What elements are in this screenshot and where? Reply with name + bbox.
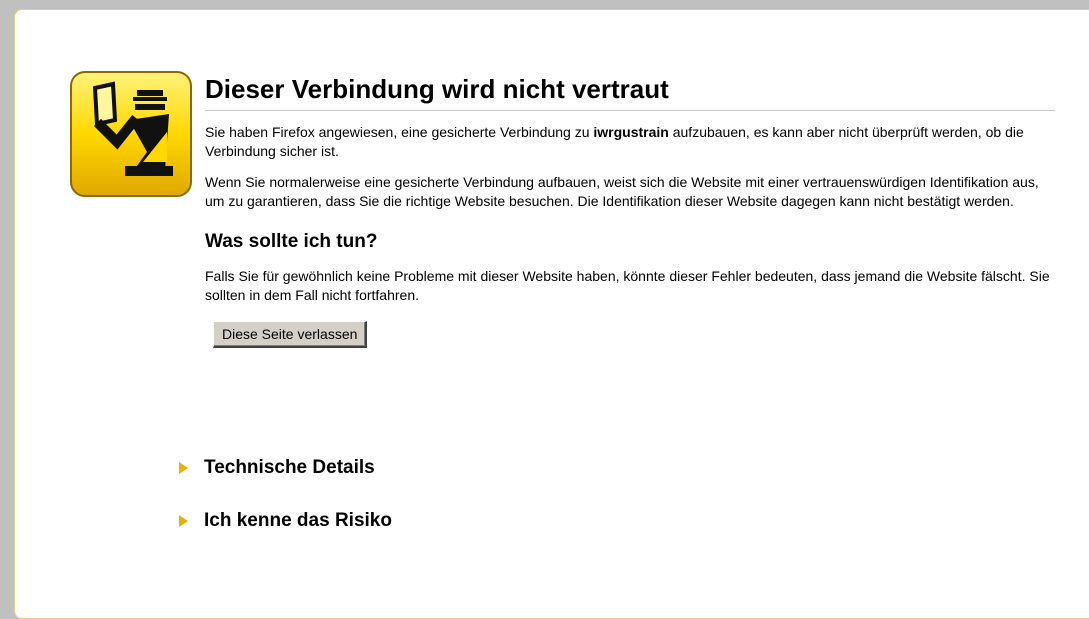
risk-label: Ich kenne das Risiko [204, 510, 392, 531]
expand-arrow-icon [179, 515, 188, 527]
explanation-paragraph: Wenn Sie normalerweise eine gesicherte V… [205, 174, 1039, 209]
risk-expander[interactable]: Ich kenne das Risiko [179, 510, 392, 532]
leave-page-button[interactable]: Diese Seite verlassen [213, 321, 368, 348]
technical-details-expander[interactable]: Technische Details [179, 457, 375, 479]
expand-arrow-icon [179, 462, 188, 474]
host-name: iwrgustrain [593, 124, 669, 140]
error-page: Dieser Verbindung wird nicht vertraut Si… [14, 9, 1089, 619]
technical-details-label: Technische Details [204, 457, 375, 478]
error-content: Dieser Verbindung wird nicht vertraut Si… [205, 72, 1055, 348]
intro-paragraph: Sie haben Firefox angewiesen, eine gesic… [205, 123, 1055, 161]
security-officer-icon [69, 70, 193, 198]
what-to-do-heading: Was sollte ich tun? [205, 231, 378, 252]
advice-paragraph: Falls Sie für gewöhnlich keine Probleme … [205, 268, 1050, 303]
page-title: Dieser Verbindung wird nicht vertraut [205, 72, 1055, 111]
intro-text-before: Sie haben Firefox angewiesen, eine gesic… [205, 124, 594, 140]
